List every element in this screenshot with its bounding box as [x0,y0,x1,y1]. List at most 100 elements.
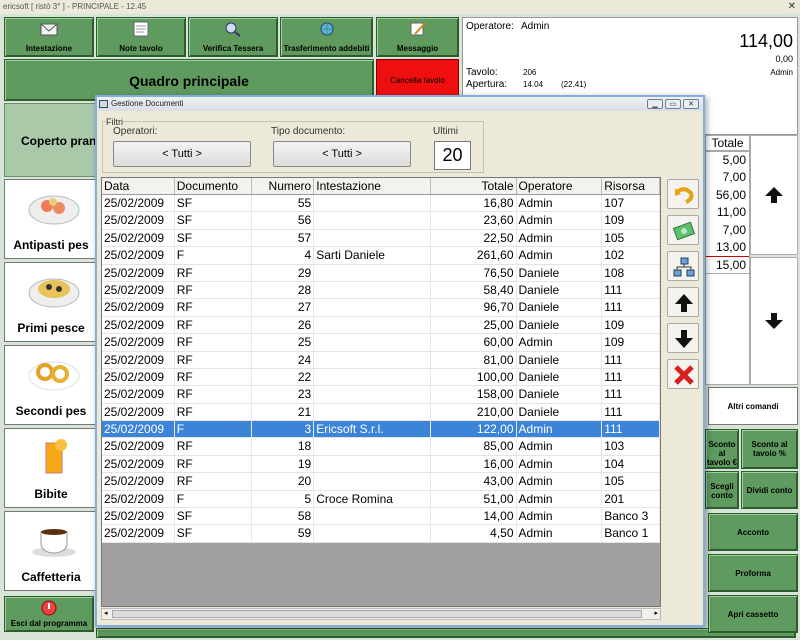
move-up-button[interactable] [667,287,699,317]
table-row[interactable]: 25/02/2009 SF 57 22,50 Admin 105 [102,229,660,248]
scroll-left-icon[interactable]: ◂ [104,609,108,617]
table-row[interactable]: 25/02/2009 F 5 Croce Romina 51,00 Admin 201 [102,490,660,509]
ultimi-label: Ultimi [433,126,458,137]
amount-item: 7,00 [722,170,746,185]
horizontal-scrollbar[interactable]: ◂ ▸ [101,608,661,620]
ultimi-input[interactable]: 20 [434,141,471,170]
cell-data: 25/02/2009 [102,473,175,490]
tipo-documento-select-button[interactable]: < Tutti > [273,141,411,167]
move-down-button[interactable] [667,323,699,353]
pagamento-button[interactable] [667,215,699,245]
category-label: Bibite [34,487,68,501]
documents-table: Data Documento Numero Intestazione Total… [101,177,661,607]
messaggio-button[interactable]: Messaggio [376,17,459,57]
cell-documento: RF [175,299,253,316]
table-row[interactable]: 25/02/2009 RF 23 158,00 Daniele 111 [102,386,660,404]
table-row[interactable]: 25/02/2009 RF 24 81,00 Daniele 111 [102,351,660,369]
cell-totale: 122,00 [431,421,517,438]
table-row[interactable]: 25/02/2009 RF 28 58,40 Daniele 111 [102,281,660,300]
close-icon: ✕ [688,101,694,108]
table-row[interactable]: 25/02/2009 RF 18 85,00 Admin 103 [102,438,660,456]
cell-data: 25/02/2009 [102,195,175,212]
app-title-bar: ericsoft [ ristò 3° ] - PRINCIPALE - 12.… [0,0,800,14]
cell-documento: F [175,490,253,508]
column-header-intestazione[interactable]: Intestazione [314,178,431,194]
operatori-select-button[interactable]: < Tutti > [113,141,251,167]
network-button[interactable] [667,251,699,281]
cell-risorsa: 201 [602,490,660,508]
cell-operatore: Daniele [517,368,603,386]
table-row[interactable]: 25/02/2009 RF 26 25,00 Daniele 109 [102,316,660,335]
app-close-button[interactable]: ✕ [788,0,796,14]
cell-numero: 5 [252,490,315,508]
category-antipasti[interactable]: Antipasti pes [4,179,98,259]
scroll-down-button[interactable] [750,257,798,385]
table-row[interactable]: 25/02/2009 SF 55 16,80 Admin 107 [102,195,660,213]
scrollbar-thumb[interactable] [112,610,642,618]
column-header-operatore[interactable]: Operatore [517,178,603,194]
cell-numero: 18 [252,438,315,455]
sconto-tavolo-euro-button[interactable]: Sconto al tavolo € [705,429,739,469]
proforma-button[interactable]: Proforma [708,554,798,592]
messaggio-label: Messaggio [396,44,439,53]
column-header-data[interactable]: Data [102,178,175,194]
maximize-button[interactable]: ▭ [665,99,681,109]
close-button[interactable]: ✕ [683,99,699,109]
category-primi[interactable]: Primi pesce [4,262,98,342]
cell-data: 25/02/2009 [102,525,175,542]
cell-numero: 21 [252,403,315,421]
coperto-button[interactable]: Coperto pran [4,103,98,177]
altri-comandi-button[interactable]: Altri comandi [708,387,798,425]
column-header-documento[interactable]: Documento [175,178,253,194]
cell-documento: F [175,247,253,264]
table-row[interactable]: 25/02/2009 RF 22 100,00 Daniele 111 [102,368,660,387]
note-icon [133,21,149,37]
table-row[interactable]: 25/02/2009 F 4 Sarti Daniele 261,60 Admin 102 [102,247,660,265]
category-bibite[interactable]: Bibite [4,428,98,508]
scegli-conto-button[interactable]: Scegli conto [705,471,739,509]
dividi-conto-button[interactable]: Dividi conto [741,471,798,509]
table-row[interactable]: 25/02/2009 SF 56 23,60 Admin 109 [102,212,660,230]
table-row[interactable]: 25/02/2009 RF 29 76,50 Daniele 108 [102,264,660,282]
cell-data: 25/02/2009 [102,368,175,386]
cell-operatore: Admin [517,421,603,438]
ripristina-button[interactable] [667,179,699,209]
cell-data: 25/02/2009 [102,455,175,473]
column-header-totale[interactable]: Totale [431,178,517,194]
table-row[interactable]: 25/02/2009 RF 21 210,00 Daniele 111 [102,403,660,422]
cell-risorsa: 111 [602,351,660,368]
cell-totale: 58,40 [431,281,517,299]
magnifier-icon [225,22,241,37]
category-caffetteria[interactable]: Caffetteria [4,511,98,591]
scroll-up-button[interactable] [750,135,798,255]
table-row[interactable]: 25/02/2009 RF 27 96,70 Daniele 111 [102,299,660,317]
app-title: ericsoft [ ristò 3° ] - PRINCIPALE - 12.… [3,2,147,11]
table-row[interactable]: 25/02/2009 F 3 Ericsoft S.r.l. 122,00 Admin 11… [102,421,660,439]
trasferimento-addebiti-button[interactable]: Trasferimento addebiti [280,17,373,57]
cell-documento: SF [175,525,253,542]
table-row[interactable]: 25/02/2009 RF 25 60,00 Admin 109 [102,334,660,352]
table-row[interactable]: 25/02/2009 SF 58 14,00 Admin Banco 3 [102,508,660,526]
acconto-button[interactable]: Acconto [708,513,798,551]
delete-button[interactable] [667,359,699,389]
minimize-button[interactable]: ▁ [647,99,663,109]
sconto-tavolo-pct-button[interactable]: Sconto al tavolo % [741,429,798,469]
note-tavolo-button[interactable]: Note tavolo [96,17,186,57]
cell-operatore: Admin [517,212,603,229]
cell-numero: 56 [252,212,315,229]
cell-data: 25/02/2009 [102,421,175,438]
table-row[interactable]: 25/02/2009 SF 59 4,50 Admin Banco 1 [102,525,660,543]
intestazione-button[interactable]: Intestazione [4,17,94,57]
cell-totale: 60,00 [431,334,517,351]
category-secondi[interactable]: Secondi pes [4,345,98,425]
cell-intestazione [314,351,431,368]
verifica-tessera-button[interactable]: Verifica Tessera [188,17,278,57]
column-header-numero[interactable]: Numero [252,178,315,194]
table-row[interactable]: 25/02/2009 RF 20 43,00 Admin 105 [102,473,660,491]
esci-programma-button[interactable]: Esci dal programma [4,596,94,632]
column-header-risorsa[interactable]: Risorsa [602,178,660,194]
scroll-right-icon[interactable]: ▸ [654,609,658,617]
table-row[interactable]: 25/02/2009 RF 19 16,00 Admin 104 [102,455,660,474]
apri-cassetto-button[interactable]: Apri cassetto [708,595,798,633]
minimize-icon: ▁ [652,101,658,108]
